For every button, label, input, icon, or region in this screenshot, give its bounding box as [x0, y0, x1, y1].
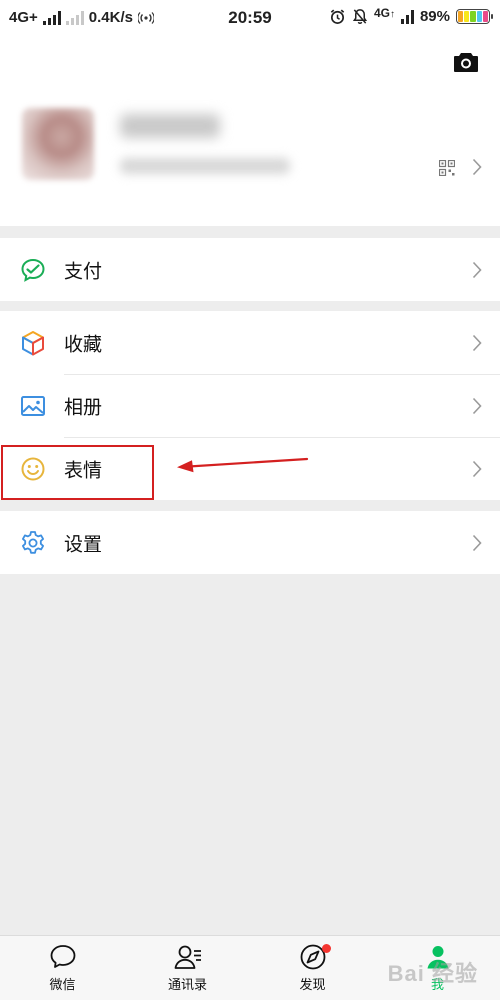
menu-item-settings-label: 设置: [64, 533, 103, 555]
tab-contacts-label: 通讯录: [167, 978, 207, 993]
tab-discover[interactable]: 发现: [250, 936, 375, 1000]
cube-icon: [22, 330, 44, 355]
menu-item-settings[interactable]: 设置: [0, 511, 500, 574]
chat-bubble-icon: [50, 945, 75, 968]
bottom-tab-bar: 微信 通讯录 发现 我 Bai 经验: [0, 935, 500, 1000]
status-bar: 4G+ 0.4K/s 20:59 4G↑ 89%: [0, 0, 500, 36]
menu-item-favorites-label: 收藏: [64, 333, 103, 355]
profile-id-blurred: [120, 158, 290, 174]
chevron-right-icon: [472, 397, 482, 414]
qr-code-icon[interactable]: [439, 160, 455, 176]
chevron-right-icon: [472, 460, 482, 477]
network-type-right: 4G↑: [373, 5, 395, 20]
chevron-right-icon: [472, 534, 482, 551]
menu-item-pay-label: 支付: [64, 260, 103, 282]
tab-contacts[interactable]: 通讯录: [125, 936, 250, 1000]
tab-chats[interactable]: 微信: [0, 936, 125, 1000]
avatar[interactable]: [22, 108, 94, 180]
alarm-clock-icon: [330, 9, 345, 24]
battery-icon: [456, 9, 493, 24]
menu-item-pay[interactable]: 支付: [0, 238, 500, 301]
chevron-right-icon: [472, 334, 482, 351]
pay-icon: [21, 258, 45, 282]
person-icon: [427, 946, 448, 969]
picture-icon: [21, 395, 45, 416]
tab-chats-label: 微信: [49, 978, 76, 993]
menu-item-stickers[interactable]: 表情: [0, 437, 500, 500]
menu-item-stickers-label: 表情: [64, 459, 103, 481]
smiley-icon: [21, 457, 45, 480]
status-right: 4G↑ 89%: [329, 5, 493, 25]
tab-discover-label: 发现: [299, 978, 326, 993]
tab-me-label: 我: [430, 978, 444, 993]
chevron-right-icon: [472, 158, 482, 176]
menu-group-settings: 设置: [0, 511, 500, 574]
profile-name-blurred: [120, 114, 220, 138]
discover-badge: [321, 944, 331, 953]
camera-icon[interactable]: [452, 50, 480, 74]
menu-item-album[interactable]: 相册: [0, 374, 500, 437]
menu-group-pay: 支付: [0, 238, 500, 301]
menu-item-favorites[interactable]: 收藏: [0, 311, 500, 374]
menu-group-collections: 收藏 相册 表情: [0, 311, 500, 500]
muted-bell-icon: [352, 9, 368, 24]
tab-me[interactable]: 我: [375, 936, 500, 1000]
signal-bars-right-icon: [400, 9, 414, 24]
gear-icon: [22, 530, 44, 554]
profile-header[interactable]: [0, 36, 500, 226]
contacts-icon: [174, 945, 201, 969]
battery-percent: 89%: [419, 8, 450, 25]
menu-item-album-label: 相册: [64, 396, 103, 418]
chevron-right-icon: [472, 261, 482, 278]
